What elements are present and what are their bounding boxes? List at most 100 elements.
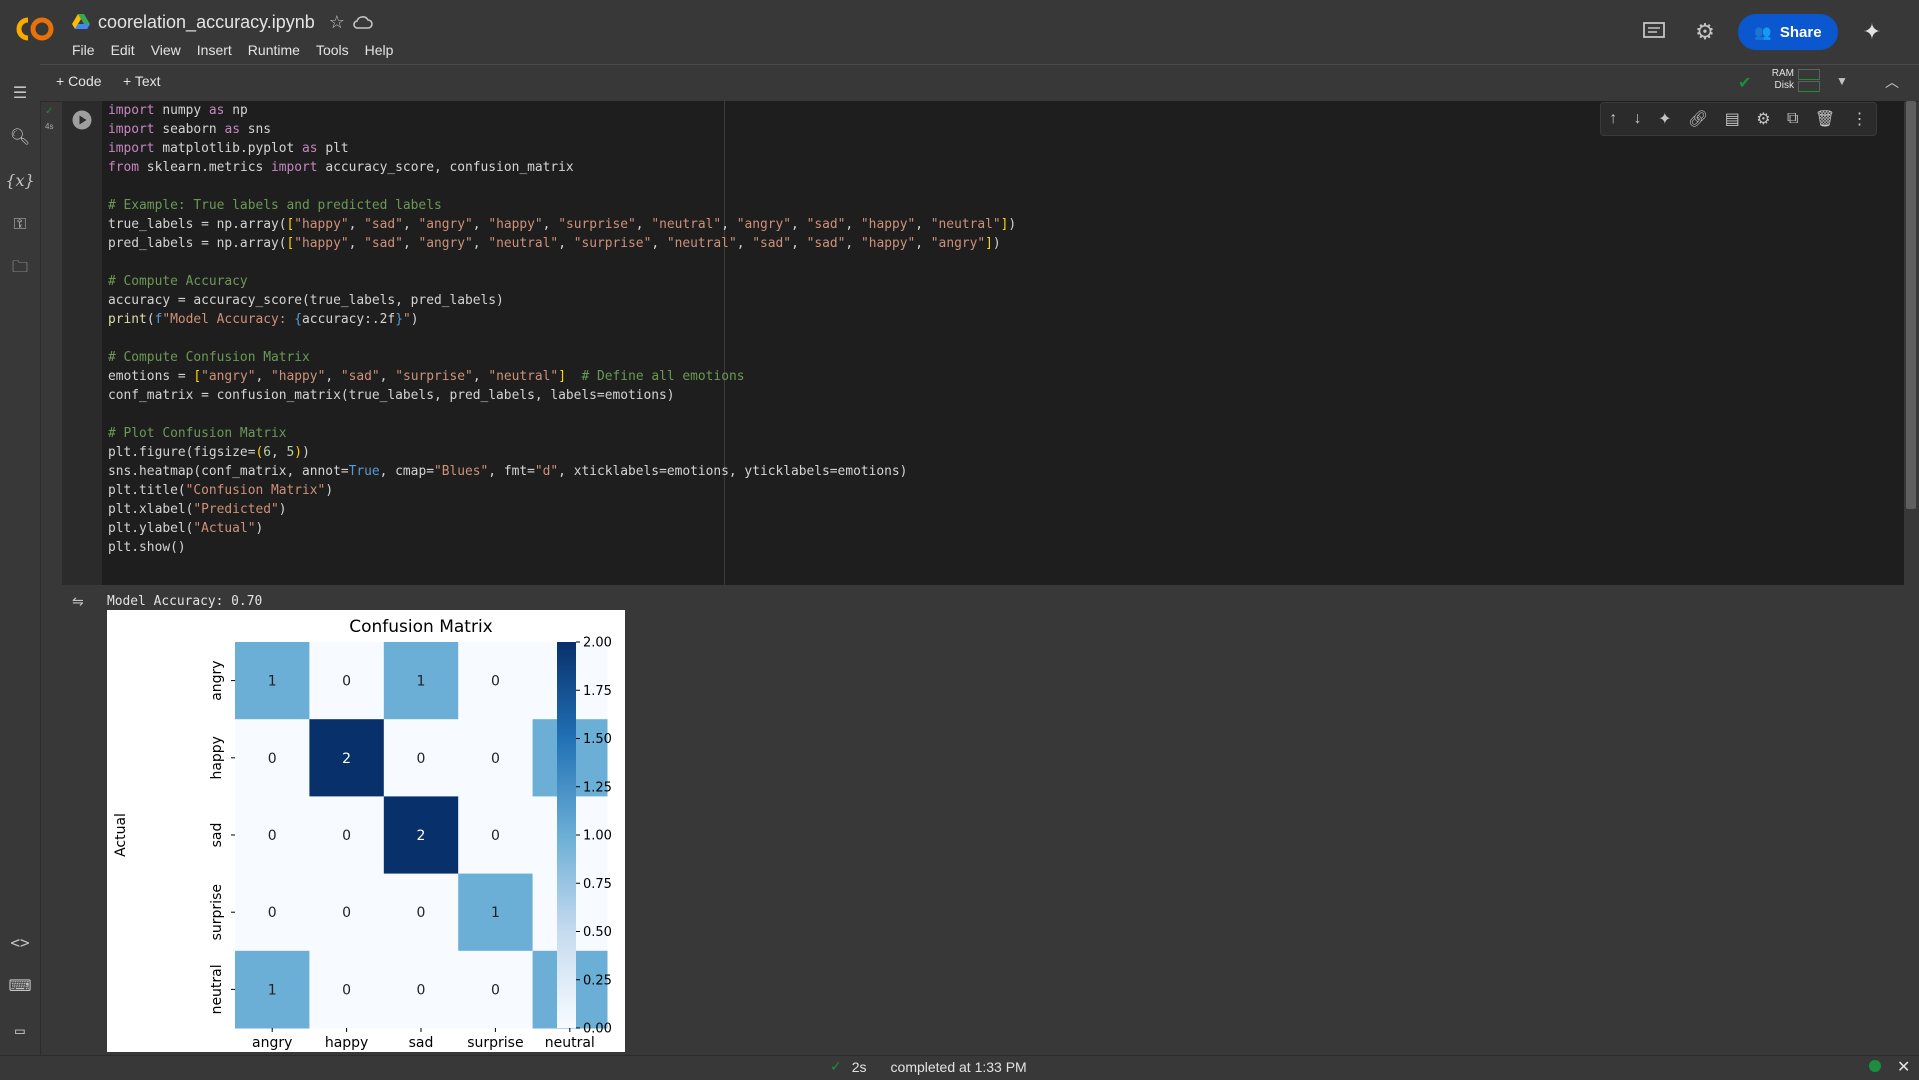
people-icon: 👥 xyxy=(1754,23,1772,40)
y-tick-label: angry xyxy=(209,660,225,700)
code-line: plt.title("Confusion Matrix") xyxy=(108,483,334,498)
colorbar-tick-label: 0.25 xyxy=(583,973,612,988)
cell-label: 1 xyxy=(417,674,426,690)
notebook-toolbar xyxy=(40,64,1919,102)
cell-label: 0 xyxy=(417,905,426,921)
output-text: Model Accuracy: 0.70 xyxy=(107,594,263,609)
y-tick-label: happy xyxy=(209,736,225,780)
exec-time: 4s xyxy=(45,122,54,131)
table-of-contents-icon[interactable]: ☰ xyxy=(8,81,32,105)
x-tick-label: neutral xyxy=(545,1035,595,1051)
resource-monitor[interactable]: RAM Disk xyxy=(1770,68,1820,92)
link-icon[interactable]: 🔗︎ xyxy=(1688,109,1708,129)
mirror-cell-icon[interactable]: ⧉ xyxy=(1787,110,1798,128)
ram-label: RAM xyxy=(1771,68,1794,79)
comment-icon[interactable]: ▤ xyxy=(1725,109,1740,129)
left-sidebar: ☰ 🔍︎ {x} ⚿ 🗀 <> ⌨ ▭ xyxy=(0,64,41,1055)
menu-bar: File Edit View Insert Runtime Tools Help xyxy=(72,40,401,60)
find-replace-icon[interactable]: 🔍︎ xyxy=(8,125,32,149)
status-duration: 2s xyxy=(851,1058,867,1075)
runtime-dropdown-icon[interactable]: ▼ xyxy=(1836,74,1848,88)
scrollbar[interactable] xyxy=(1906,101,1916,509)
add-text-button[interactable]: + Text xyxy=(123,73,161,89)
code-line: # Compute Accuracy xyxy=(108,274,248,289)
menu-runtime[interactable]: Runtime xyxy=(240,40,308,60)
colorbar-tick-label: 0.50 xyxy=(583,925,612,940)
status-message[interactable]: completed at 1:33 PM xyxy=(891,1059,1027,1075)
secrets-key-icon[interactable]: ⚿ xyxy=(8,213,32,237)
code-line: import numpy as np xyxy=(108,103,248,118)
code-text[interactable]: import numpy as np import seaborn as sns… xyxy=(108,101,1016,557)
google-drive-icon[interactable] xyxy=(72,14,90,30)
cell-label: 0 xyxy=(342,905,351,921)
settings-gear-icon[interactable]: ⚙ xyxy=(1691,18,1719,46)
cell-label: 2 xyxy=(417,828,426,844)
close-status-icon[interactable]: ✕ xyxy=(1897,1057,1910,1077)
command-palette-icon[interactable]: ⌨ xyxy=(8,974,32,998)
cell-label: 0 xyxy=(342,982,351,998)
menu-file[interactable]: File xyxy=(72,40,103,60)
more-options-icon[interactable]: ⋮ xyxy=(1852,109,1868,129)
comments-icon[interactable] xyxy=(1640,18,1668,46)
cloud-saved-icon[interactable] xyxy=(353,15,373,29)
cell-label: 2 xyxy=(342,751,351,767)
collapse-header-icon[interactable]: ︿ xyxy=(1885,72,1899,92)
cell-label: 0 xyxy=(491,982,500,998)
chart-title: Confusion Matrix xyxy=(349,617,493,637)
cell-label: 0 xyxy=(491,751,500,767)
code-line: plt.show() xyxy=(108,540,186,555)
code-line: sns.heatmap(conf_matrix, annot=True, cma… xyxy=(108,464,908,479)
code-line: # Plot Confusion Matrix xyxy=(108,426,287,441)
exec-check-icon: ✓ xyxy=(45,106,54,117)
x-tick-label: surprise xyxy=(467,1035,523,1051)
move-down-icon[interactable]: ↓ xyxy=(1634,110,1642,128)
files-folder-icon[interactable]: 🗀 xyxy=(8,257,32,281)
code-line: # Compute Confusion Matrix xyxy=(108,350,310,365)
code-line: true_labels = np.array(["happy", "sad", … xyxy=(108,217,1017,232)
code-line: conf_matrix = confusion_matrix(true_labe… xyxy=(108,388,675,403)
menu-edit[interactable]: Edit xyxy=(103,40,143,60)
output-menu-icon[interactable]: ⇋ xyxy=(72,593,84,610)
cell-gutter xyxy=(62,101,102,585)
delete-icon[interactable]: 🗑︎ xyxy=(1815,109,1835,129)
cell-toolbar: ↑ ↓ ✦ 🔗︎ ▤ ⚙ ⧉ 🗑︎ ⋮ xyxy=(1600,102,1877,136)
x-tick-label: sad xyxy=(409,1035,434,1051)
terminal-icon[interactable]: ▭ xyxy=(8,1018,32,1042)
menu-tools[interactable]: Tools xyxy=(308,40,357,60)
cell-label: 0 xyxy=(268,828,277,844)
variables-icon[interactable]: {x} xyxy=(5,168,34,192)
cell-label: 0 xyxy=(417,982,426,998)
code-snippets-icon[interactable]: <> xyxy=(8,930,32,954)
colorbar-tick-label: 1.00 xyxy=(583,829,612,844)
gemini-sparkle-icon[interactable]: ✦ xyxy=(1858,18,1886,46)
code-line: plt.figure(figsize=(6, 5)) xyxy=(108,445,310,460)
x-tick-label: happy xyxy=(325,1035,369,1051)
menu-view[interactable]: View xyxy=(143,40,189,60)
cell-label: 0 xyxy=(268,751,277,767)
add-code-button[interactable]: + Code xyxy=(56,73,102,89)
colab-logo-icon[interactable] xyxy=(12,14,56,44)
cell-settings-icon[interactable]: ⚙ xyxy=(1756,109,1770,129)
code-line: pred_labels = np.array(["happy", "sad", … xyxy=(108,236,1001,251)
colorbar-tick-label: 0.75 xyxy=(583,877,612,892)
cell-label: 1 xyxy=(268,674,277,690)
notebook-title[interactable]: coorelation_accuracy.ipynb xyxy=(98,12,315,33)
colorbar-tick-label: 1.50 xyxy=(583,732,612,747)
code-line: accuracy = accuracy_score(true_labels, p… xyxy=(108,293,504,308)
move-up-icon[interactable]: ↑ xyxy=(1609,110,1617,128)
y-tick-label: surprise xyxy=(209,884,225,940)
gemini-cell-icon[interactable]: ✦ xyxy=(1658,109,1671,129)
colorbar-tick-label: 1.25 xyxy=(583,780,612,795)
star-icon[interactable]: ☆ xyxy=(329,12,345,33)
share-button[interactable]: 👥 Share xyxy=(1738,14,1838,50)
code-line: import seaborn as sns xyxy=(108,122,272,137)
cell-label: 0 xyxy=(268,905,277,921)
run-cell-button[interactable] xyxy=(72,110,92,130)
menu-insert[interactable]: Insert xyxy=(189,40,240,60)
menu-help[interactable]: Help xyxy=(357,40,402,60)
cell-label: 0 xyxy=(491,828,500,844)
cell-label: 0 xyxy=(342,828,351,844)
status-check-icon: ✓ xyxy=(830,1058,842,1074)
title-row: coorelation_accuracy.ipynb ☆ xyxy=(72,10,373,34)
code-line: # Example: True labels and predicted lab… xyxy=(108,198,442,213)
